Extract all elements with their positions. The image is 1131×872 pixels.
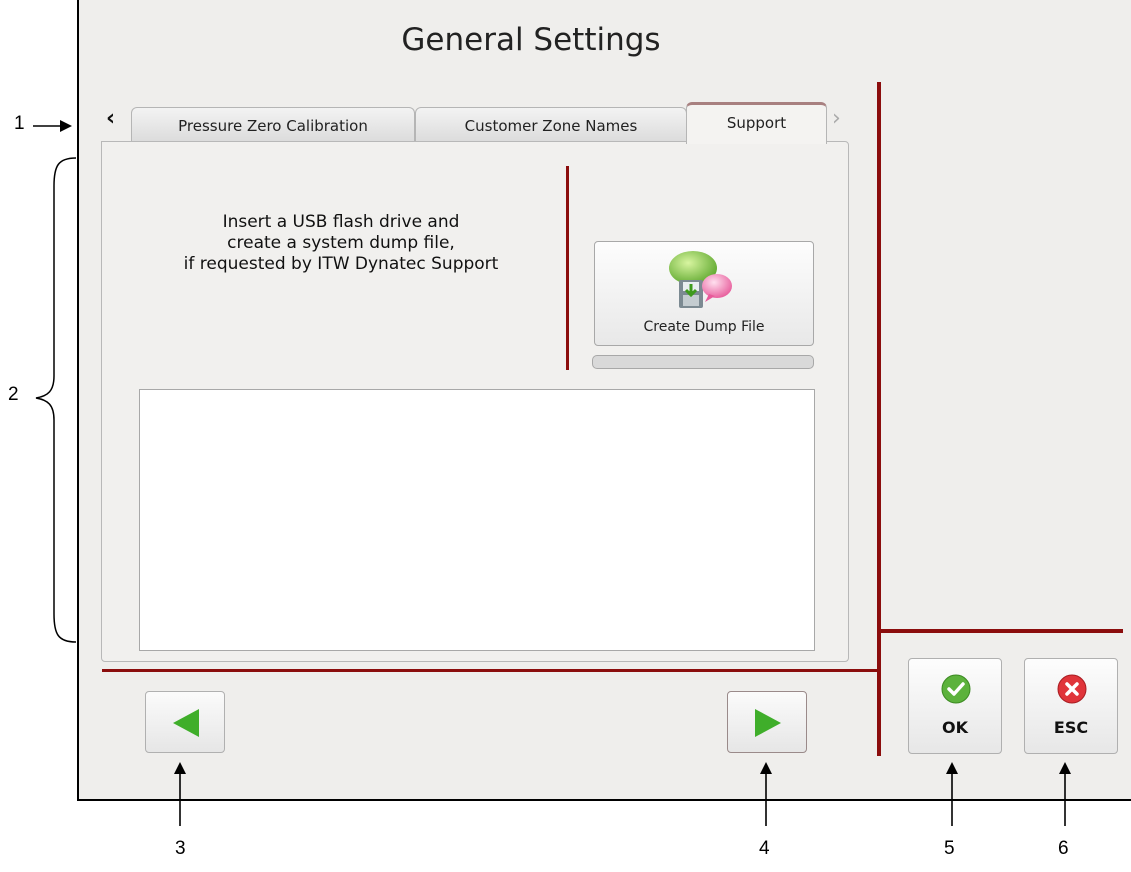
callout-4: 4 bbox=[759, 838, 770, 859]
tab-customer-zone-names[interactable]: Customer Zone Names bbox=[415, 107, 687, 141]
chevron-left-icon[interactable]: ‹ bbox=[106, 108, 115, 130]
callout-5: 5 bbox=[944, 838, 955, 859]
callout-2: 2 bbox=[8, 384, 19, 405]
esc-button[interactable]: ESC bbox=[1024, 658, 1118, 754]
callout-6: 6 bbox=[1058, 838, 1069, 859]
callout-6-arrow-icon bbox=[1059, 762, 1071, 826]
green-check-circle-icon bbox=[941, 674, 971, 704]
bottom-divider bbox=[102, 669, 879, 672]
ok-label: OK bbox=[942, 718, 968, 737]
callout-4-arrow-icon bbox=[760, 762, 772, 826]
tab-support[interactable]: Support bbox=[686, 102, 827, 144]
green-arrow-right-icon bbox=[755, 709, 781, 737]
esc-label: ESC bbox=[1053, 718, 1089, 737]
callout-3: 3 bbox=[175, 838, 186, 859]
callout-1-arrow-icon bbox=[33, 120, 72, 132]
tab-label: Support bbox=[726, 114, 787, 132]
callout-5-arrow-icon bbox=[946, 762, 958, 826]
create-dump-file-label: Create Dump File bbox=[643, 319, 765, 335]
speech-bubbles-floppy-icon bbox=[669, 251, 732, 308]
dump-progress-bar bbox=[592, 355, 814, 369]
create-dump-file-button[interactable]: Create Dump File bbox=[594, 241, 814, 346]
green-arrow-left-icon bbox=[173, 709, 199, 737]
page-title: General Settings bbox=[401, 22, 661, 58]
callout-2-brace-icon bbox=[35, 157, 77, 643]
previous-button[interactable] bbox=[145, 691, 225, 753]
support-instructions: Insert a USB flash drive and create a sy… bbox=[183, 212, 499, 274]
action-area-divider bbox=[879, 629, 1123, 633]
tab-label: Customer Zone Names bbox=[464, 117, 638, 135]
next-button[interactable] bbox=[727, 691, 807, 753]
callout-3-arrow-icon bbox=[174, 762, 186, 826]
tab-pressure-zero-calibration[interactable]: Pressure Zero Calibration bbox=[131, 107, 415, 141]
ok-button[interactable]: OK bbox=[908, 658, 1002, 754]
vertical-divider bbox=[877, 82, 881, 756]
callout-1: 1 bbox=[14, 113, 25, 134]
tab-label: Pressure Zero Calibration bbox=[178, 117, 368, 135]
chevron-right-icon[interactable]: › bbox=[832, 108, 841, 130]
red-x-circle-icon bbox=[1057, 674, 1087, 704]
panel-divider bbox=[566, 166, 569, 370]
dump-log-area bbox=[139, 389, 815, 651]
